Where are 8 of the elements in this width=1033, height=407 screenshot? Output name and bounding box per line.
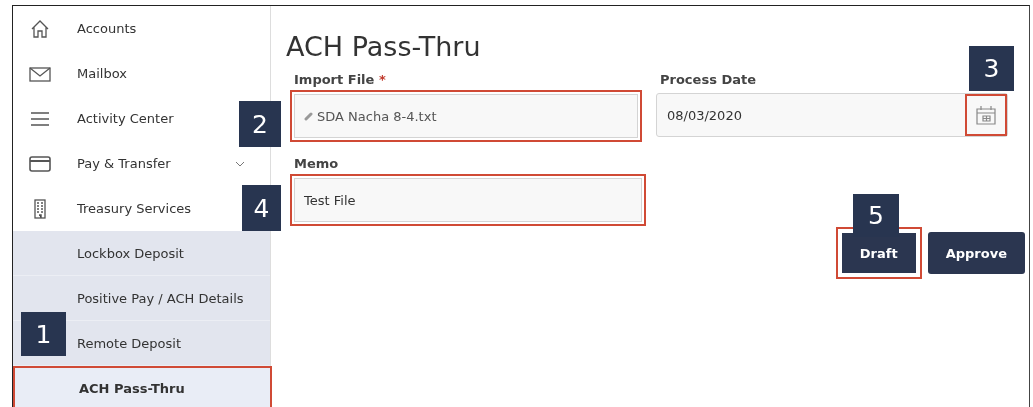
page-title: ACH Pass-Thru (286, 31, 482, 62)
callout-tooltip: 4 (242, 185, 281, 231)
callout-tooltip: 2 (239, 101, 281, 147)
callout-tooltip: 3 (969, 46, 1014, 91)
field-label: Process Date (660, 72, 757, 87)
field-label: Memo (294, 156, 340, 171)
field-label: Import File * (294, 72, 387, 87)
callout-tooltip: 1 (21, 312, 66, 356)
